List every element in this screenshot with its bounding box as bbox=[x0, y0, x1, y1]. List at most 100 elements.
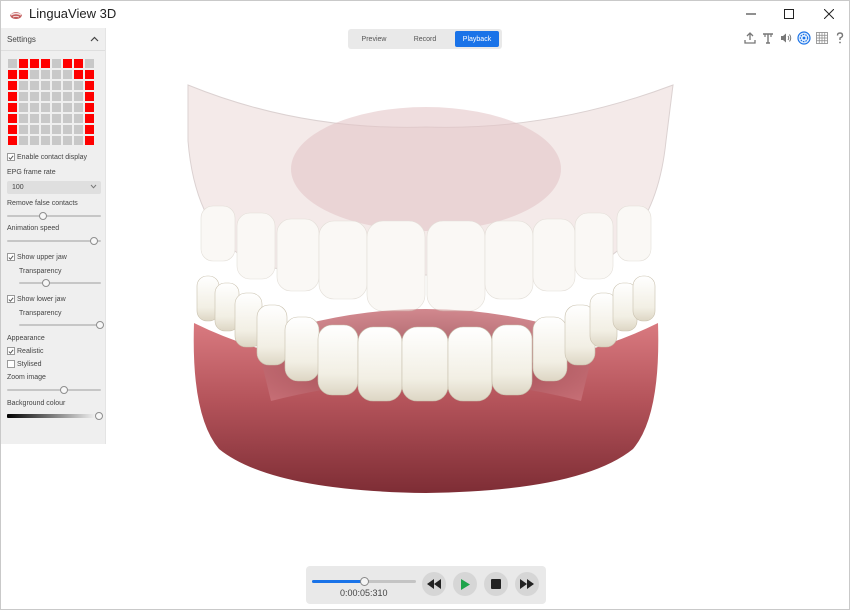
epg-cell bbox=[30, 92, 39, 101]
epg-cell bbox=[19, 125, 28, 134]
speaker-icon[interactable] bbox=[779, 31, 793, 45]
mode-tabs: Preview Record Playback bbox=[348, 29, 502, 49]
slider-thumb[interactable] bbox=[90, 237, 99, 245]
show-lower-jaw-label: Show lower jaw bbox=[17, 295, 66, 303]
enable-contact-display-checkbox[interactable] bbox=[7, 153, 15, 161]
fast-forward-button[interactable] bbox=[515, 572, 539, 596]
epg-cell bbox=[41, 59, 50, 68]
upper-transparency-slider[interactable] bbox=[19, 279, 101, 287]
epg-cell bbox=[85, 70, 94, 79]
gradient-track bbox=[7, 414, 101, 418]
app-window: LinguaView 3D Preview Record Playback Se… bbox=[0, 0, 850, 610]
checkmark-icon bbox=[8, 254, 14, 260]
epg-cell bbox=[8, 136, 17, 145]
rewind-icon bbox=[427, 579, 441, 589]
show-lower-jaw-row[interactable]: Show lower jaw bbox=[7, 295, 66, 303]
tab-record[interactable]: Record bbox=[404, 31, 446, 47]
playback-time: 0:00:05:310 bbox=[340, 588, 388, 598]
epg-cell bbox=[30, 81, 39, 90]
animation-speed-label: Animation speed bbox=[7, 225, 60, 232]
checkmark-icon bbox=[8, 296, 14, 302]
slider-track bbox=[19, 282, 101, 284]
epg-cell bbox=[74, 125, 83, 134]
epg-contact-grid bbox=[8, 59, 98, 145]
epg-cell bbox=[74, 70, 83, 79]
rewind-button[interactable] bbox=[422, 572, 446, 596]
show-upper-jaw-checkbox[interactable] bbox=[7, 253, 15, 261]
epg-cell bbox=[30, 114, 39, 123]
maximize-icon bbox=[784, 9, 794, 19]
lower-transparency-slider[interactable] bbox=[19, 321, 105, 329]
remove-false-contacts-slider[interactable] bbox=[7, 212, 101, 220]
realistic-checkbox[interactable] bbox=[7, 347, 15, 355]
epg-cell bbox=[8, 81, 17, 90]
enable-contact-display-row[interactable]: Enable contact display bbox=[7, 153, 87, 161]
epg-cell bbox=[52, 59, 61, 68]
epg-cell bbox=[74, 103, 83, 112]
realistic-label: Realistic bbox=[17, 347, 44, 355]
animation-speed-slider[interactable] bbox=[7, 237, 101, 245]
epg-frame-rate-select[interactable]: 100 bbox=[7, 181, 101, 194]
background-colour-label: Background colour bbox=[7, 400, 66, 407]
close-button[interactable] bbox=[809, 1, 849, 27]
epg-cell bbox=[30, 103, 39, 112]
checkmark-icon bbox=[8, 154, 14, 160]
grid-icon[interactable] bbox=[815, 31, 829, 45]
show-upper-jaw-label: Show upper jaw bbox=[17, 253, 67, 261]
background-colour-slider[interactable] bbox=[7, 412, 104, 420]
fast-forward-icon bbox=[520, 579, 534, 589]
slider-thumb[interactable] bbox=[60, 386, 69, 394]
epg-cell bbox=[63, 92, 72, 101]
export-icon[interactable] bbox=[743, 31, 757, 45]
tab-preview[interactable]: Preview bbox=[354, 31, 394, 47]
epg-cell bbox=[85, 92, 94, 101]
maximize-button[interactable] bbox=[769, 1, 809, 27]
slider-thumb[interactable] bbox=[95, 412, 104, 420]
epg-cell bbox=[30, 125, 39, 134]
app-logo-icon bbox=[10, 12, 22, 19]
play-button[interactable] bbox=[453, 572, 477, 596]
timeline-slider[interactable] bbox=[312, 577, 416, 586]
epg-cell bbox=[74, 81, 83, 90]
text-icon[interactable] bbox=[761, 31, 775, 45]
upper-transparency-label: Transparency bbox=[19, 268, 62, 275]
tab-playback[interactable]: Playback bbox=[455, 31, 499, 47]
settings-header[interactable]: Settings bbox=[1, 28, 105, 51]
epg-cell bbox=[19, 92, 28, 101]
title-bar: LinguaView 3D bbox=[1, 1, 849, 27]
epg-cell bbox=[74, 92, 83, 101]
epg-cell bbox=[85, 125, 94, 134]
epg-cell bbox=[63, 103, 72, 112]
zoom-image-slider[interactable] bbox=[7, 386, 101, 394]
show-upper-jaw-row[interactable]: Show upper jaw bbox=[7, 253, 67, 261]
epg-cell bbox=[52, 136, 61, 145]
stylised-checkbox[interactable] bbox=[7, 360, 15, 368]
settings-title: Settings bbox=[7, 34, 36, 44]
timeline-progress bbox=[312, 580, 364, 583]
lower-jaw bbox=[193, 275, 659, 493]
epg-frame-rate-label: EPG frame rate bbox=[7, 169, 56, 176]
epg-cell bbox=[41, 92, 50, 101]
stylised-row[interactable]: Stylised bbox=[7, 360, 42, 368]
timeline-thumb[interactable] bbox=[360, 577, 369, 586]
show-lower-jaw-checkbox[interactable] bbox=[7, 295, 15, 303]
minimize-button[interactable] bbox=[731, 1, 771, 27]
settings-icon[interactable] bbox=[797, 31, 811, 45]
jaw-model-viewport[interactable] bbox=[161, 71, 691, 511]
epg-cell bbox=[41, 81, 50, 90]
stop-button[interactable] bbox=[484, 572, 508, 596]
slider-thumb[interactable] bbox=[42, 279, 51, 287]
epg-cell bbox=[8, 103, 17, 112]
epg-cell bbox=[41, 136, 50, 145]
realistic-row[interactable]: Realistic bbox=[7, 347, 43, 355]
epg-cell bbox=[85, 114, 94, 123]
chevron-up-icon[interactable] bbox=[90, 36, 99, 42]
epg-cell bbox=[19, 81, 28, 90]
help-icon[interactable] bbox=[833, 31, 847, 45]
epg-cell bbox=[8, 70, 17, 79]
enable-contact-display-label: Enable contact display bbox=[17, 153, 88, 161]
checkmark-icon bbox=[8, 348, 14, 354]
slider-thumb[interactable] bbox=[96, 321, 105, 329]
slider-thumb[interactable] bbox=[38, 212, 47, 220]
stylised-label: Stylised bbox=[17, 360, 42, 368]
